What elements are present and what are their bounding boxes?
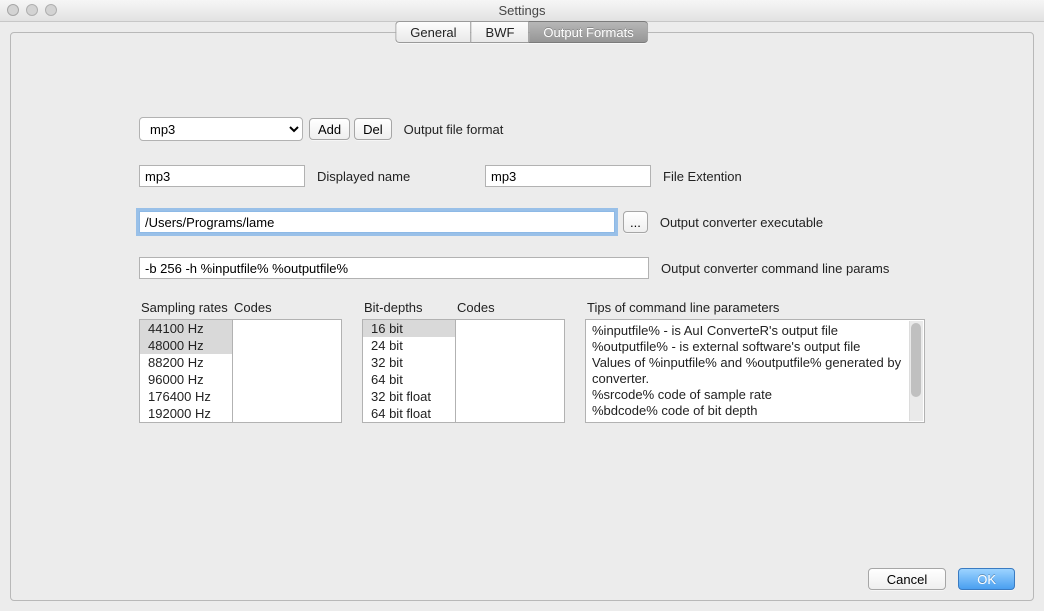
settings-panel: General BWF Output Formats mp3 Add Del O… [10, 32, 1034, 601]
file-extension-input[interactable] [485, 165, 651, 187]
cancel-button[interactable]: Cancel [868, 568, 946, 590]
bitdepths-codes-header: Codes [455, 301, 565, 319]
row-cmd-params: Output converter command line params [139, 257, 911, 279]
bitdepths-header: Bit-depths [362, 301, 456, 319]
sampling-codes-list[interactable] [232, 319, 342, 423]
row-output-format: mp3 Add Del Output file format [139, 117, 911, 141]
row-name-ext: Displayed name File Extention [139, 165, 911, 187]
list-item[interactable]: 24 bit [363, 337, 455, 354]
output-format-select[interactable]: mp3 [139, 117, 303, 141]
form: mp3 Add Del Output file format Displayed… [11, 63, 911, 423]
scrollbar-track[interactable] [909, 321, 923, 421]
cmd-params-label: Output converter command line params [661, 261, 889, 276]
row-executable: ... Output converter executable [139, 211, 911, 233]
displayed-name-label: Displayed name [317, 169, 425, 184]
list-item[interactable]: 44100 Hz [140, 320, 232, 337]
tips-line: %bdcode% code of bit depth [592, 403, 906, 419]
output-format-label: Output file format [404, 122, 504, 137]
list-item[interactable]: 16 bit [363, 320, 455, 337]
scrollbar-thumb[interactable] [911, 323, 921, 397]
traffic-lights [7, 4, 57, 16]
list-item[interactable]: 176400 Hz [140, 388, 232, 405]
list-item[interactable]: 64 bit float [363, 405, 455, 422]
ok-button[interactable]: OK [958, 568, 1015, 590]
window-titlebar: Settings [0, 0, 1044, 22]
list-item[interactable]: 64 bit [363, 371, 455, 388]
list-item[interactable]: 48000 Hz [140, 337, 232, 354]
tips-box: %inputfile% - is AuI ConverteR's output … [585, 319, 925, 423]
executable-label: Output converter executable [660, 215, 823, 230]
close-icon[interactable] [7, 4, 19, 16]
sampling-codes-header: Codes [232, 301, 342, 319]
tips-group: Tips of command line parameters %inputfi… [585, 301, 925, 423]
list-item[interactable]: 32 bit float [363, 388, 455, 405]
list-item[interactable]: 32 bit [363, 354, 455, 371]
minimize-icon[interactable] [26, 4, 38, 16]
tips-line: %outputfile% - is external software's ou… [592, 339, 906, 355]
list-item[interactable]: 192000 Hz [140, 405, 232, 422]
bitdepths-list[interactable]: 16 bit24 bit32 bit64 bit32 bit float64 b… [362, 319, 456, 423]
sampling-rates-header: Sampling rates [139, 301, 233, 319]
cmd-params-input[interactable] [139, 257, 649, 279]
sampling-rates-list[interactable]: 44100 Hz48000 Hz88200 Hz96000 Hz176400 H… [139, 319, 233, 423]
tips-line: %srcode% code of sample rate [592, 387, 906, 403]
zoom-icon[interactable] [45, 4, 57, 16]
executable-path-input[interactable] [139, 211, 615, 233]
tab-bar: General BWF Output Formats [395, 21, 648, 43]
displayed-name-input[interactable] [139, 165, 305, 187]
list-item[interactable]: 96000 Hz [140, 371, 232, 388]
tab-bwf[interactable]: BWF [471, 21, 529, 43]
tab-general[interactable]: General [395, 21, 470, 43]
list-item[interactable]: 88200 Hz [140, 354, 232, 371]
bitdepths-codes-list[interactable] [455, 319, 565, 423]
bitdepths-group: Bit-depths 16 bit24 bit32 bit64 bit32 bi… [362, 301, 565, 423]
window-title: Settings [499, 3, 546, 18]
file-extension-label: File Extention [663, 169, 742, 184]
sampling-rates-group: Sampling rates 44100 Hz48000 Hz88200 Hz9… [139, 301, 342, 423]
browse-button[interactable]: ... [623, 211, 648, 233]
tab-output-formats[interactable]: Output Formats [528, 21, 648, 43]
tips-header: Tips of command line parameters [585, 301, 925, 319]
tables-area: Sampling rates 44100 Hz48000 Hz88200 Hz9… [139, 301, 911, 423]
del-button[interactable]: Del [354, 118, 392, 140]
add-button[interactable]: Add [309, 118, 350, 140]
tips-line: %inputfile% - is AuI ConverteR's output … [592, 323, 906, 339]
dialog-footer: Cancel OK [868, 568, 1015, 590]
tips-line: Values of %inputfile% and %outputfile% g… [592, 355, 906, 387]
